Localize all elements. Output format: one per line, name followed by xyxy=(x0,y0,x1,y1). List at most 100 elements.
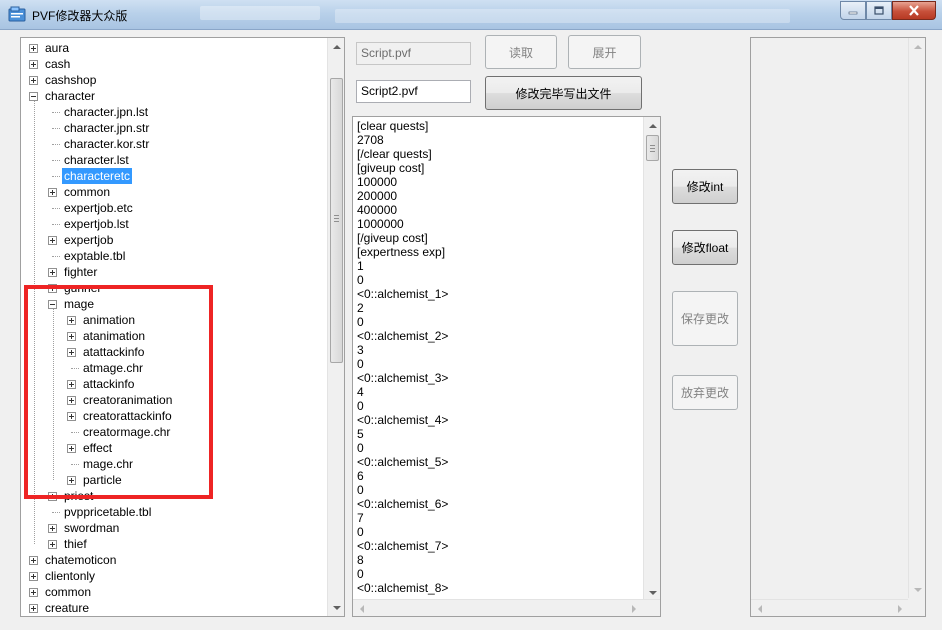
tree-connector xyxy=(52,256,60,257)
tree-item[interactable]: expertjob.etc xyxy=(21,200,327,216)
expand-plus-icon[interactable] xyxy=(48,540,57,549)
scroll-down-arrow[interactable] xyxy=(328,599,345,616)
tree-item[interactable]: clientonly xyxy=(21,568,327,584)
maximize-icon xyxy=(874,6,884,15)
text-line: 7 xyxy=(357,511,364,525)
text-line: 4 xyxy=(357,385,364,399)
tree-item[interactable]: character.kor.str xyxy=(21,136,327,152)
tree-item[interactable]: expertjob.lst xyxy=(21,216,327,232)
tree-item[interactable]: exptable.tbl xyxy=(21,248,327,264)
tree-item-label: cashshop xyxy=(45,73,97,87)
text-line: <0::alchemist_3> xyxy=(357,371,449,385)
text-lines: [clear quests] 2708 [/clear quests] [giveup… xyxy=(357,119,642,599)
tree-item[interactable]: character xyxy=(21,88,327,104)
expand-plus-icon[interactable] xyxy=(29,604,38,613)
close-button[interactable] xyxy=(892,1,936,20)
scroll-up-arrow[interactable] xyxy=(328,38,345,55)
scroll-right-arrow[interactable] xyxy=(625,600,642,617)
tree-vertical-scrollbar[interactable] xyxy=(327,38,344,616)
text-line: 0 xyxy=(357,525,364,539)
read-button[interactable]: 读取 xyxy=(485,35,557,69)
tree-item-label: creature xyxy=(45,601,90,615)
tree-item[interactable]: character.jpn.str xyxy=(21,120,327,136)
tree-item[interactable]: common xyxy=(21,184,327,200)
tree-item[interactable]: characteretc xyxy=(21,168,327,184)
expand-plus-icon[interactable] xyxy=(29,572,38,581)
tree-item[interactable]: swordman xyxy=(21,520,327,536)
scroll-left-arrow[interactable] xyxy=(751,600,768,617)
expand-plus-icon[interactable] xyxy=(48,524,57,533)
text-vertical-scrollbar[interactable] xyxy=(643,117,660,601)
scroll-thumb[interactable] xyxy=(646,135,659,161)
right-list-panel[interactable] xyxy=(750,37,926,617)
right-horizontal-scrollbar[interactable] xyxy=(751,599,908,616)
text-line: 0 xyxy=(357,357,364,371)
text-line: <0::alchemist_7> xyxy=(357,539,449,553)
expand-plus-icon[interactable] xyxy=(48,268,57,277)
scroll-left-arrow[interactable] xyxy=(353,600,370,617)
tree-item[interactable]: chatemoticon xyxy=(21,552,327,568)
expand-plus-icon[interactable] xyxy=(29,556,38,565)
source-file-field[interactable]: Script.pvf xyxy=(356,42,471,65)
tree-item[interactable]: pvppricetable.tbl xyxy=(21,504,327,520)
tree-item[interactable]: aura xyxy=(21,40,327,56)
text-line: [giveup cost] xyxy=(357,161,425,175)
output-file-field[interactable]: Script2.pvf xyxy=(356,80,471,103)
tree-item[interactable]: cash xyxy=(21,56,327,72)
tree-connector xyxy=(52,112,60,113)
tree-item-label: cash xyxy=(45,57,71,71)
scroll-down-arrow[interactable] xyxy=(909,581,926,598)
tree-item[interactable]: creature xyxy=(21,600,327,616)
title-bar[interactable]: PVF修改器大众版 xyxy=(0,0,942,30)
tree-item-label: common xyxy=(45,585,92,599)
text-line: [expertness exp] xyxy=(357,245,446,259)
collapse-minus-icon[interactable] xyxy=(29,92,38,101)
arrow-up-icon xyxy=(648,123,657,128)
tree-connector xyxy=(52,144,60,145)
expand-plus-icon[interactable] xyxy=(48,188,57,197)
minimize-button[interactable] xyxy=(840,1,866,20)
expand-plus-icon[interactable] xyxy=(29,60,38,69)
tree-item-label: swordman xyxy=(64,521,120,535)
tree-item-label: chatemoticon xyxy=(45,553,117,567)
tree-item-label: aura xyxy=(45,41,70,55)
tree-item[interactable]: thief xyxy=(21,536,327,552)
modify-int-button[interactable]: 修改int xyxy=(672,169,738,204)
tree-item-label: character.kor.str xyxy=(64,137,150,151)
tree-item[interactable]: character.lst xyxy=(21,152,327,168)
text-line: 0 xyxy=(357,567,364,581)
scroll-up-arrow[interactable] xyxy=(909,38,926,55)
expand-plus-icon[interactable] xyxy=(29,76,38,85)
save-changes-button[interactable]: 保存更改 xyxy=(672,291,738,346)
background-blur xyxy=(200,6,320,20)
maximize-button[interactable] xyxy=(866,1,892,20)
expand-plus-icon[interactable] xyxy=(29,44,38,53)
scroll-right-arrow[interactable] xyxy=(891,600,908,617)
tree-item[interactable]: character.jpn.lst xyxy=(21,104,327,120)
tree-item[interactable]: fighter xyxy=(21,264,327,280)
discard-changes-button[interactable]: 放弃更改 xyxy=(672,375,738,410)
tree-connector xyxy=(52,128,60,129)
expand-plus-icon[interactable] xyxy=(29,588,38,597)
tree-item-label: expertjob.etc xyxy=(64,201,133,215)
tree-item-label: character xyxy=(45,89,96,103)
tree-item[interactable]: expertjob xyxy=(21,232,327,248)
text-line: <0::alchemist_5> xyxy=(357,455,449,469)
arrow-down-icon xyxy=(648,590,657,595)
tree-item-label-selected: characteretc xyxy=(62,168,133,184)
text-line: [/clear quests] xyxy=(357,147,432,161)
tree-item[interactable]: cashshop xyxy=(21,72,327,88)
window-controls xyxy=(840,1,936,21)
scroll-thumb[interactable] xyxy=(330,78,343,363)
script-text-area[interactable]: [clear quests] 2708 [/clear quests] [giveup… xyxy=(352,116,661,617)
expand-plus-icon[interactable] xyxy=(48,236,57,245)
text-line: 2 xyxy=(357,301,364,315)
right-vertical-scrollbar[interactable] xyxy=(908,38,925,598)
grip-line xyxy=(650,145,655,146)
write-out-button[interactable]: 修改完毕写出文件 xyxy=(485,76,642,110)
modify-float-button[interactable]: 修改float xyxy=(672,230,738,265)
scroll-up-arrow[interactable] xyxy=(644,117,661,134)
expand-button[interactable]: 展开 xyxy=(568,35,641,69)
text-horizontal-scrollbar[interactable] xyxy=(353,599,660,616)
tree-item[interactable]: common xyxy=(21,584,327,600)
